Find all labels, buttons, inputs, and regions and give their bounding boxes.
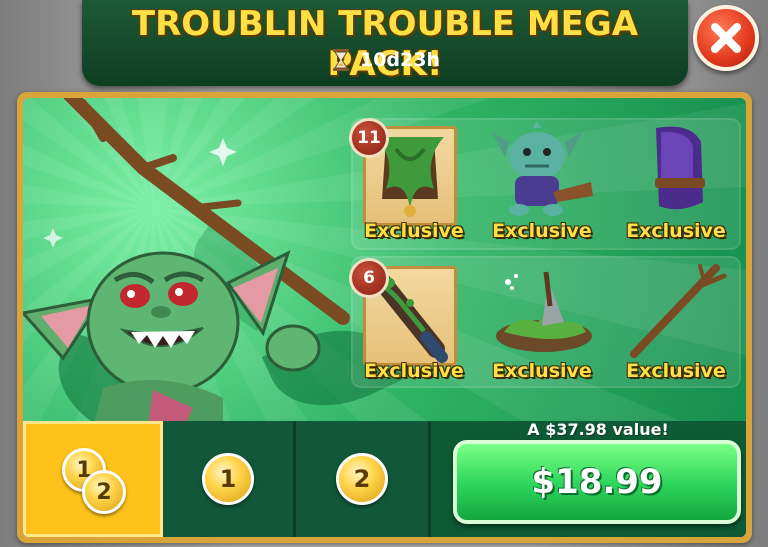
offer-panel-inner: 11 Exclusive Exclusive Exclusive 6 Exclu…	[23, 98, 746, 537]
goblin-camp-icon	[496, 271, 592, 352]
troublin-goblin-icon	[492, 122, 593, 216]
timer-text: 10d23h	[359, 49, 440, 71]
item-wooden-stick[interactable]: Exclusive	[617, 260, 735, 388]
item-purple-hood[interactable]: Exclusive	[617, 120, 735, 248]
pack-value-text: A $37.98 value!	[527, 420, 669, 439]
exclusive-label: Exclusive	[364, 360, 464, 382]
exclusive-label: Exclusive	[626, 360, 726, 382]
item-vine-club-card[interactable]: 6 Exclusive	[349, 258, 473, 388]
coin-icon: 1	[202, 453, 254, 505]
coin-stack: 1 2	[58, 444, 128, 514]
item-art	[617, 120, 735, 220]
offer-timer: 10d23h	[82, 48, 688, 72]
buy-button[interactable]: $18.99	[453, 440, 741, 524]
close-icon	[711, 23, 741, 53]
card-count-badge: 11	[349, 118, 389, 158]
close-button[interactable]	[693, 5, 759, 71]
pack-title: TROUBLIN TROUBLE MEGA PACK!	[131, 4, 639, 84]
item-leaf-cloak-card[interactable]: 11 Exclusive	[349, 118, 473, 248]
coin-icon: 2	[82, 470, 126, 514]
tier-option-3[interactable]: 2	[296, 421, 431, 537]
item-goblin-camp[interactable]: Exclusive	[483, 260, 601, 388]
item-art	[483, 120, 601, 220]
item-art	[617, 260, 735, 360]
offer-panel: 11 Exclusive Exclusive Exclusive 6 Exclu…	[17, 92, 752, 543]
hourglass-icon	[332, 49, 349, 71]
exclusive-label: Exclusive	[364, 220, 464, 242]
price-label: $18.99	[531, 462, 663, 502]
tier-option-1[interactable]: 1 2	[23, 421, 163, 537]
card-count-badge: 6	[349, 258, 389, 298]
tier-option-2[interactable]: 1	[163, 421, 296, 537]
exclusive-label: Exclusive	[626, 220, 726, 242]
item-art	[483, 260, 601, 360]
troublin-character-art	[23, 98, 350, 428]
wooden-stick-icon	[630, 264, 727, 358]
header-banner: TROUBLIN TROUBLE MEGA PACK! 10d23h	[82, 0, 688, 86]
item-troublin-goblin[interactable]: Exclusive	[483, 120, 601, 248]
purple-hood-icon	[655, 126, 705, 210]
coin-icon: 2	[336, 453, 388, 505]
exclusive-label: Exclusive	[492, 220, 592, 242]
exclusive-label: Exclusive	[492, 360, 592, 382]
